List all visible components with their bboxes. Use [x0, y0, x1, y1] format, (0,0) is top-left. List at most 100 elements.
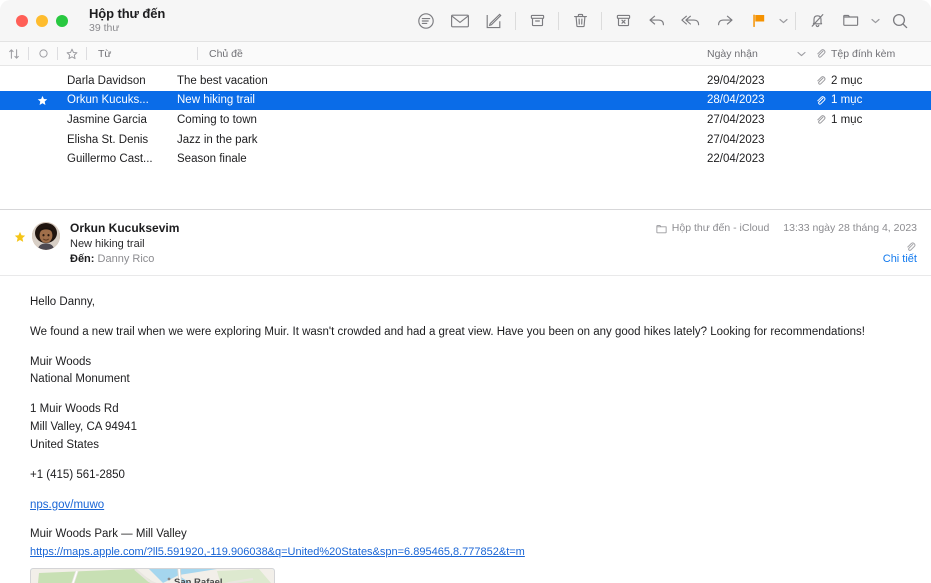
clipped-row-top: [0, 66, 931, 71]
message-star-icon[interactable]: [14, 220, 32, 275]
trash-icon[interactable]: [563, 5, 597, 37]
row-subject: [166, 66, 699, 68]
row-subject: Season finale: [166, 153, 699, 165]
message-header: Orkun Kucuksevim New hiking trail Đến: D…: [0, 210, 931, 276]
reply-all-icon[interactable]: [674, 5, 708, 37]
row-star-icon[interactable]: [28, 95, 56, 106]
table-row[interactable]: Guillermo Cast... Season finale 22/04/20…: [0, 149, 931, 169]
address-line-1: 1 Muir Woods Rd: [30, 401, 913, 419]
row-from: Darla Davidson: [56, 75, 166, 87]
recipient-line: Đến: Danny Rico: [70, 252, 179, 267]
folder-chevron-down-icon[interactable]: [868, 5, 883, 37]
row-subject: The best vacation: [166, 75, 699, 87]
row-subject: Coming to town: [166, 114, 699, 126]
row-date: 22/04/2023: [699, 153, 791, 165]
table-row[interactable]: Jasmine Garcia Coming to town 27/04/2023…: [0, 110, 931, 130]
map-block: Muir Woods Park — Mill Valley https://ma…: [30, 526, 913, 583]
row-from: Orkun Kucuks...: [56, 94, 166, 106]
minimize-button[interactable]: [36, 15, 48, 27]
paperclip-icon: [815, 95, 826, 106]
star-icon[interactable]: [58, 42, 86, 66]
website-link[interactable]: nps.gov/muwo: [30, 497, 913, 515]
website-link-text[interactable]: nps.gov/muwo: [30, 499, 104, 511]
forward-icon[interactable]: [708, 5, 742, 37]
signature-line-2: National Monument: [30, 371, 913, 389]
column-header-from[interactable]: Từ: [87, 42, 197, 66]
junk-icon[interactable]: [606, 5, 640, 37]
row-date: [699, 66, 791, 68]
message-date: 13:33 ngày 28 tháng 4, 2023: [783, 221, 917, 237]
paperclip-icon: [815, 114, 826, 125]
signature-line-1: Muir Woods: [30, 354, 913, 372]
column-header-subject[interactable]: Chủ đề: [198, 42, 699, 66]
meta-row-top: Hộp thư đến - iCloud 13:33 ngày 28 tháng…: [656, 221, 917, 237]
filter-icon[interactable]: [409, 5, 443, 37]
compose-icon[interactable]: [477, 5, 511, 37]
row-subject: Jazz in the park: [166, 134, 699, 146]
row-attachment: [811, 66, 931, 68]
archive-icon[interactable]: [520, 5, 554, 37]
table-row[interactable]: Elisha St. Denis Jazz in the park 27/04/…: [0, 130, 931, 150]
row-date: 27/04/2023: [699, 114, 791, 126]
phone-number: +1 (415) 561-2850: [30, 467, 913, 485]
table-row[interactable]: [0, 66, 931, 71]
row-date: 29/04/2023: [699, 75, 791, 87]
flag-chevron-down-icon[interactable]: [776, 5, 791, 37]
message-header-meta: Hộp thư đến - iCloud 13:33 ngày 28 tháng…: [656, 220, 917, 275]
toolbar-divider: [558, 12, 559, 30]
toolbar-divider: [795, 12, 796, 30]
row-from: [56, 66, 166, 68]
signature-block: Muir Woods National Monument: [30, 354, 913, 390]
mail-window: Hộp thư đến 39 thư: [0, 0, 931, 583]
column-header-date[interactable]: Ngày nhận: [699, 42, 791, 66]
traffic-lights: [16, 15, 68, 27]
unread-circle-icon[interactable]: [29, 42, 57, 66]
reply-icon[interactable]: [640, 5, 674, 37]
row-from: Guillermo Cast...: [56, 153, 166, 165]
map-url-link[interactable]: https://maps.apple.com/?ll5.591920,-119.…: [30, 544, 913, 561]
mute-icon[interactable]: [800, 5, 834, 37]
flag-icon[interactable]: [742, 5, 776, 37]
row-from: Jasmine Garcia: [56, 114, 166, 126]
message-count: 39 thư: [89, 22, 165, 34]
sort-chevron-down-icon[interactable]: [791, 42, 811, 66]
move-folder-icon[interactable]: [834, 5, 868, 37]
title-bar: Hộp thư đến 39 thư: [0, 0, 931, 42]
avatar[interactable]: [32, 222, 60, 250]
message-body: Hello Danny, We found a new trail when w…: [0, 276, 931, 583]
recipient-value: Danny Rico: [98, 253, 155, 265]
folder-icon: [656, 224, 667, 234]
row-attachment-label: 1 mục: [831, 114, 862, 126]
mark-unread-icon[interactable]: [443, 5, 477, 37]
address-line-3: United States: [30, 437, 913, 455]
recipient-label: Đến:: [70, 253, 94, 265]
row-attachment: 1 mục: [811, 94, 931, 106]
sort-icon[interactable]: [0, 42, 28, 66]
close-button[interactable]: [16, 15, 28, 27]
body-greeting: Hello Danny,: [30, 294, 913, 312]
map-thumbnail[interactable]: San Rafael Bolinas Mill Valley San Franc…: [30, 568, 275, 583]
attachment-clip-icon[interactable]: [656, 237, 917, 251]
message-list[interactable]: Darla Davidson The best vacation 29/04/2…: [0, 66, 931, 210]
page-title: Hộp thư đến: [89, 7, 165, 22]
paperclip-icon: [815, 48, 826, 59]
toolbar-divider: [515, 12, 516, 30]
paperclip-icon: [815, 75, 826, 86]
table-row[interactable]: Orkun Kucuks... New hiking trail 28/04/2…: [0, 91, 931, 111]
table-row[interactable]: Darla Davidson The best vacation 29/04/2…: [0, 71, 931, 91]
message-list-header: Từ Chủ đề Ngày nhận Tệp đính kèm: [0, 42, 931, 66]
row-subject: New hiking trail: [166, 94, 699, 106]
search-icon[interactable]: [883, 5, 917, 37]
row-date: 27/04/2023: [699, 134, 791, 146]
details-link[interactable]: Chi tiết: [656, 251, 917, 268]
column-header-attachment-label: Tệp đính kèm: [831, 48, 895, 60]
mailbox-info: Hộp thư đến - iCloud: [656, 221, 770, 237]
row-attachment: 1 mục: [811, 114, 931, 126]
column-header-attachment[interactable]: Tệp đính kèm: [811, 42, 931, 66]
zoom-button[interactable]: [56, 15, 68, 27]
row-from: Elisha St. Denis: [56, 134, 166, 146]
message-header-text: Orkun Kucuksevim New hiking trail Đến: D…: [70, 220, 179, 275]
address-block: 1 Muir Woods Rd Mill Valley, CA 94941 Un…: [30, 401, 913, 454]
row-date: 28/04/2023: [699, 94, 791, 106]
address-line-2: Mill Valley, CA 94941: [30, 419, 913, 437]
